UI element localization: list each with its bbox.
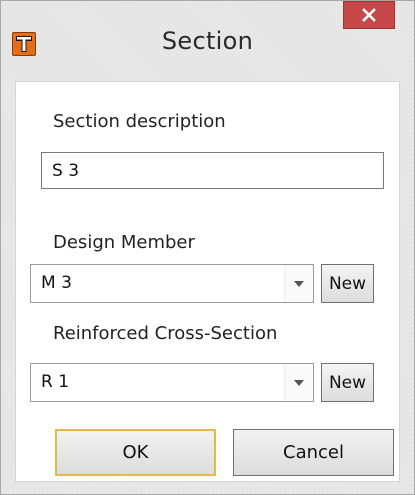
- chevron-down-icon: [294, 280, 304, 287]
- ok-button[interactable]: OK: [55, 429, 216, 476]
- design-member-dropdown[interactable]: M 3: [30, 264, 314, 303]
- reinforced-cross-section-dropdown-arrow[interactable]: [284, 364, 313, 401]
- reinforced-cross-section-dropdown[interactable]: R 1: [30, 363, 314, 402]
- section-description-input[interactable]: [41, 152, 384, 189]
- design-member-new-button[interactable]: New: [321, 264, 374, 303]
- close-icon: [362, 8, 376, 22]
- cancel-button[interactable]: Cancel: [233, 429, 394, 476]
- close-button[interactable]: [343, 1, 395, 29]
- section-dialog: Section Section description Design Membe…: [0, 0, 415, 495]
- design-member-label: Design Member: [53, 232, 195, 253]
- title-bar: Section: [1, 1, 414, 81]
- reinforced-cross-section-selected: R 1: [41, 372, 70, 392]
- reinforced-cross-section-new-button[interactable]: New: [321, 363, 374, 402]
- design-member-dropdown-arrow[interactable]: [284, 265, 313, 302]
- window-title: Section: [161, 27, 254, 55]
- reinforced-cross-section-label: Reinforced Cross-Section: [53, 323, 278, 344]
- section-description-label: Section description: [53, 111, 226, 132]
- design-member-selected: M 3: [41, 273, 72, 293]
- chevron-down-icon: [294, 379, 304, 386]
